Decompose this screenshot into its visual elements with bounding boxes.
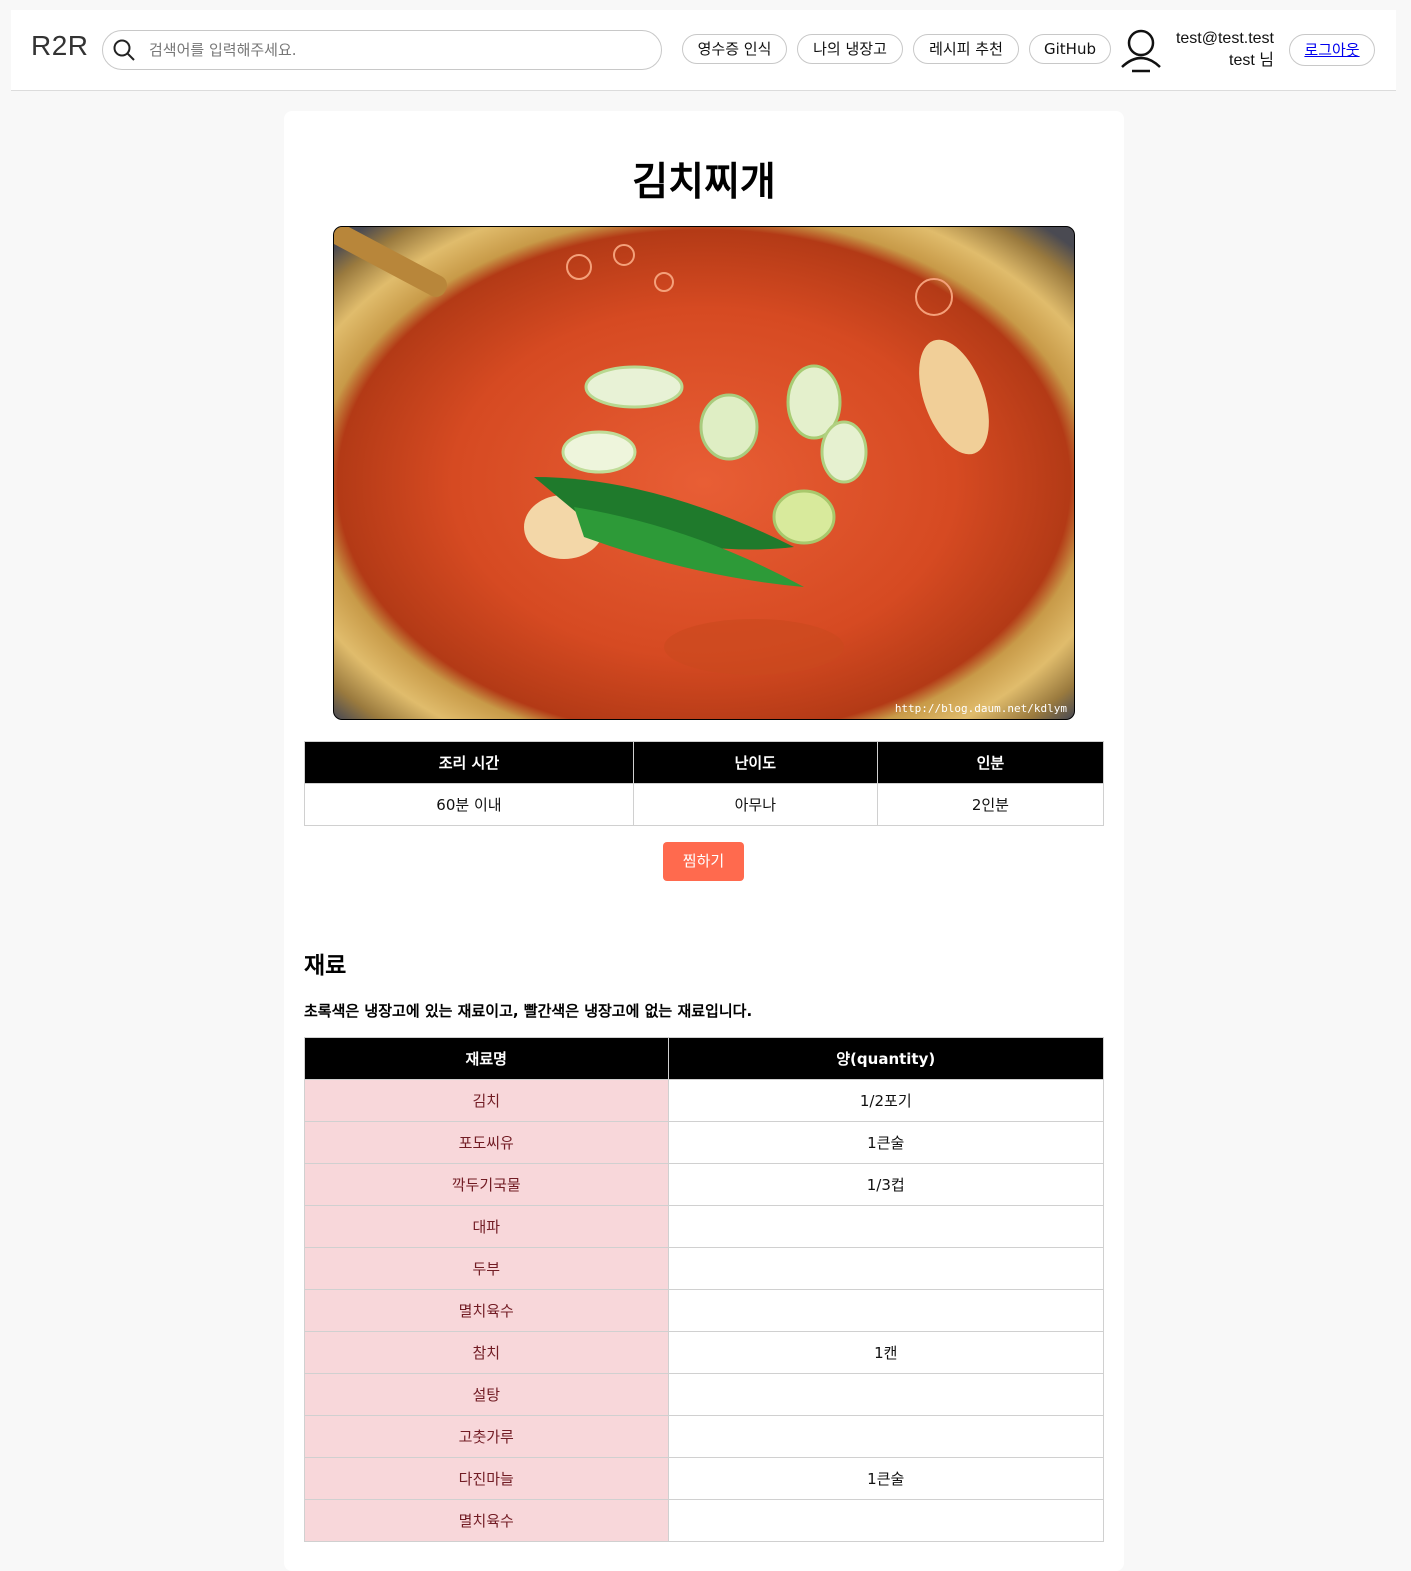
recipe-image-art <box>334 227 989 675</box>
table-row: 멸치육수 <box>304 1499 1104 1542</box>
ingredients-note: 초록색은 냉장고에 있는 재료이고, 빨간색은 냉장고에 없는 재료입니다. <box>304 1002 753 1020</box>
user-info: test@test.test test 님 <box>1166 28 1274 72</box>
table-row: 두부 <box>304 1247 1104 1290</box>
ingredient-qty: 1/2포기 <box>667 1079 1104 1122</box>
ingredient-qty: 1큰술 <box>667 1457 1104 1500</box>
search-icon <box>113 39 135 61</box>
ingredient-qty <box>667 1247 1104 1290</box>
ingredient-name: 설탕 <box>304 1373 669 1416</box>
image-caption: http://blog.daum.net/kdlym <box>894 702 1067 715</box>
ingredient-name: 대파 <box>304 1205 669 1248</box>
recipe-info-table: 조리 시간 난이도 인분 60분 이내 아무나 2인분 <box>304 741 1105 826</box>
ingredients-table-body: 김치 1/2포기 포도씨유 1큰술 깍두기국물 1/3컵 대파 두부 멸치육수 참치 1캔 설탕 고춧가… <box>304 1079 1104 1542</box>
servings-value: 2인분 <box>876 783 1105 826</box>
difficulty-header: 난이도 <box>632 741 878 784</box>
table-row: 참치 1캔 <box>304 1331 1104 1374</box>
servings-header: 인분 <box>876 741 1105 784</box>
ingredient-qty-header: 양(quantity) <box>667 1037 1104 1080</box>
ingredient-qty <box>667 1415 1104 1458</box>
ingredient-qty <box>667 1289 1104 1332</box>
ingredient-name: 멸치육수 <box>304 1289 669 1332</box>
nav-github-button[interactable]: GitHub <box>1029 34 1111 64</box>
ingredient-qty <box>667 1499 1104 1542</box>
user-email: test@test.test <box>1175 30 1274 47</box>
recipe-title: 김치찌개 <box>632 160 776 205</box>
search-input[interactable] <box>147 35 651 65</box>
recipe-card: 김치찌개 http://blog.daum.net/kdlym 조리 시간 난이… <box>284 111 1124 1571</box>
ingredient-name: 두부 <box>304 1247 669 1290</box>
table-row: 포도씨유 1큰술 <box>304 1121 1104 1164</box>
ingredient-name: 포도씨유 <box>304 1121 669 1164</box>
table-row: 대파 <box>304 1205 1104 1248</box>
table-row: 설탕 <box>304 1373 1104 1416</box>
cook-time-value: 60분 이내 <box>304 783 634 826</box>
nav-receipt-button[interactable]: 영수증 인식 <box>682 34 787 64</box>
difficulty-value: 아무나 <box>632 783 878 826</box>
ingredient-qty: 1큰술 <box>667 1121 1104 1164</box>
logout-button[interactable]: 로그아웃 <box>1289 34 1375 66</box>
search-bar[interactable] <box>102 30 662 70</box>
ingredient-qty: 1캔 <box>667 1331 1104 1374</box>
nav-my-fridge-button[interactable]: 나의 냉장고 <box>797 34 903 64</box>
table-row: 다진마늘 1큰술 <box>304 1457 1104 1500</box>
ingredient-name: 다진마늘 <box>304 1457 669 1500</box>
recipe-image: http://blog.daum.net/kdlym <box>333 226 1075 720</box>
ingredient-name: 깍두기국물 <box>304 1163 669 1206</box>
ingredient-name: 고춧가루 <box>304 1415 669 1458</box>
ingredient-name: 김치 <box>304 1079 669 1122</box>
cook-time-header: 조리 시간 <box>304 741 634 784</box>
user-icon <box>1121 29 1161 73</box>
ingredient-name-header: 재료명 <box>304 1037 669 1080</box>
table-row: 김치 1/2포기 <box>304 1079 1104 1122</box>
ingredient-name: 멸치육수 <box>304 1499 669 1542</box>
ingredient-qty: 1/3컵 <box>667 1163 1104 1206</box>
ingredient-name: 참치 <box>304 1331 669 1374</box>
nav-recipe-recommend-button[interactable]: 레시피 추천 <box>913 34 1019 64</box>
ingredients-title: 재료 <box>304 953 347 979</box>
user-name: test 님 <box>1229 52 1274 69</box>
ingredients-table: 재료명 양(quantity) 김치 1/2포기 포도씨유 1큰술 깍두기국물 1/3컵 대… <box>304 1037 1104 1542</box>
zzim-button[interactable]: 찜하기 <box>663 842 744 881</box>
ingredient-qty <box>667 1205 1104 1248</box>
ingredient-qty <box>667 1373 1104 1416</box>
table-row: 멸치육수 <box>304 1289 1104 1332</box>
table-row: 깍두기국물 1/3컵 <box>304 1163 1104 1206</box>
table-row: 고춧가루 <box>304 1415 1104 1458</box>
top-navbar: R2R 영수증 인식 나의 냉장고 레시피 추천 GitHub test@tes… <box>11 10 1396 91</box>
logo[interactable]: R2R <box>31 30 89 62</box>
